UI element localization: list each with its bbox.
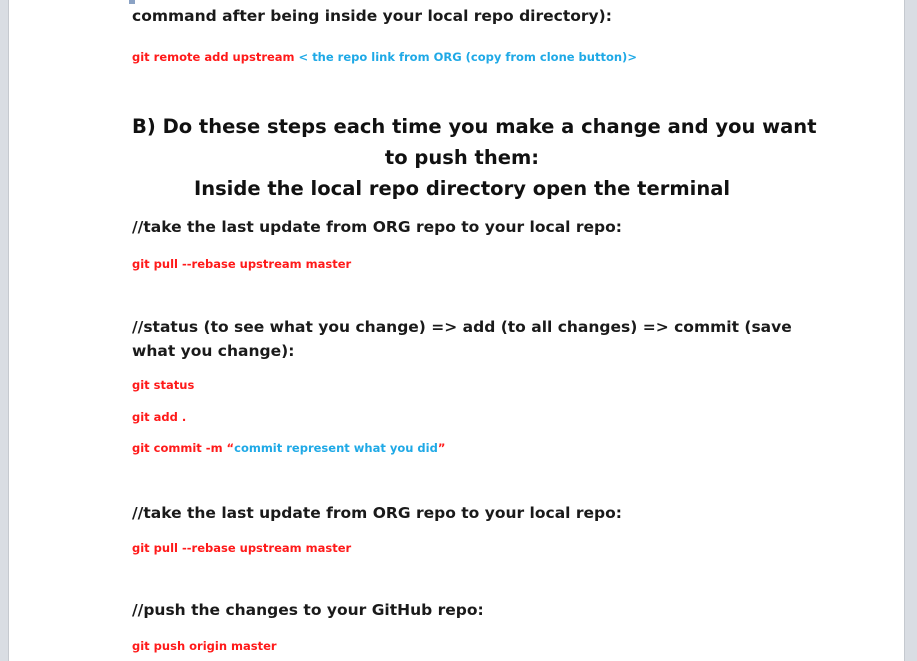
comment-status-line-1: //status (to see what you change) => add… [132, 318, 792, 336]
comment-pull-second: //take the last update from ORG repo to … [132, 504, 622, 522]
commit-message: commit represent what you did [234, 441, 438, 455]
comment-pull-first: //take the last update from ORG repo to … [132, 218, 622, 236]
intro-line: command after being inside your local re… [132, 7, 612, 25]
section-b-title-line-3: Inside the local repo directory open the… [193, 177, 731, 200]
ruler-marker [129, 0, 135, 4]
command-commit: git commit -m “ [132, 441, 235, 455]
command-pull-first: git pull --rebase upstream master [132, 257, 352, 271]
remote-command: git remote add upstream [132, 50, 295, 64]
command-status: git status [132, 378, 195, 392]
command-add: git add . [132, 410, 187, 424]
command-push: git push origin master [132, 639, 277, 653]
command-pull-second: git pull --rebase upstream master [132, 541, 352, 555]
comment-status-line-2: what you change): [132, 342, 295, 360]
commit-quote-close: ” [437, 441, 446, 455]
command-commit-line: git commit -m “commit represent what you… [132, 441, 445, 455]
section-b-title-line-1: B) Do these steps each time you make a c… [132, 115, 817, 138]
document-page: command after being inside your local re… [8, 0, 905, 661]
comment-push: //push the changes to your GitHub repo: [132, 601, 484, 619]
section-b-title-line-2: to push them: [384, 146, 540, 169]
remote-command-argument: < the repo link from ORG (copy from clon… [294, 50, 637, 64]
remote-command-line: git remote add upstream < the repo link … [132, 50, 637, 64]
